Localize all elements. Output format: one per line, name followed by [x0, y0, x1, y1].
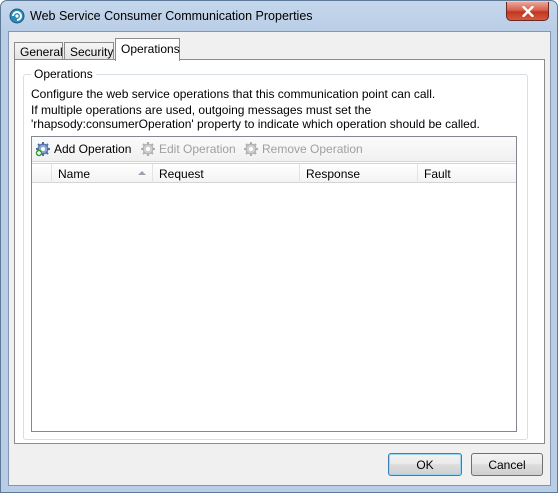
dialog-client-area: General Security Operations Operations C… [8, 31, 551, 486]
edit-operation-label: Edit Operation [159, 142, 236, 156]
edit-operation-button[interactable]: Edit Operation [140, 141, 236, 157]
operations-list-container: Add Operation Edit Operation Remove Oper… [31, 136, 517, 432]
dialog-window: Web Service Consumer Communication Prope… [0, 0, 558, 493]
cancel-button[interactable]: Cancel [471, 453, 543, 476]
tab-operations[interactable]: Operations [115, 38, 180, 61]
ok-button[interactable]: OK [388, 453, 462, 476]
groupbox-label: Operations [31, 67, 96, 81]
row-header-column [32, 164, 52, 183]
table-header: Name Request Response Fault [32, 163, 516, 183]
tab-general[interactable]: General [14, 42, 63, 60]
column-header-fault[interactable]: Fault [418, 164, 516, 183]
title-bar[interactable]: Web Service Consumer Communication Prope… [1, 1, 557, 31]
description-line-1: Configure the web service operations tha… [31, 87, 436, 101]
column-header-response[interactable]: Response [300, 164, 418, 183]
add-operation-button[interactable]: Add Operation [35, 141, 131, 157]
gear-remove-icon [244, 142, 258, 156]
close-icon [521, 5, 534, 17]
description-line-2: If multiple operations are used, outgoin… [31, 103, 480, 131]
sort-ascending-icon [138, 171, 146, 175]
add-operation-label: Add Operation [54, 142, 132, 156]
column-name-label: Name [58, 167, 91, 181]
gear-edit-icon [141, 142, 155, 156]
operations-table[interactable]: Name Request Response Fault [32, 163, 516, 431]
column-header-request[interactable]: Request [153, 164, 300, 183]
remove-operation-label: Remove Operation [262, 142, 363, 156]
operations-toolbar: Add Operation Edit Operation Remove Oper… [32, 137, 516, 162]
window-title: Web Service Consumer Communication Prope… [30, 9, 313, 23]
remove-operation-button[interactable]: Remove Operation [243, 141, 363, 157]
tab-security[interactable]: Security [64, 42, 114, 60]
column-header-name[interactable]: Name [52, 164, 153, 183]
close-button[interactable] [506, 2, 549, 21]
gear-add-icon [35, 142, 50, 157]
app-icon [9, 8, 25, 24]
